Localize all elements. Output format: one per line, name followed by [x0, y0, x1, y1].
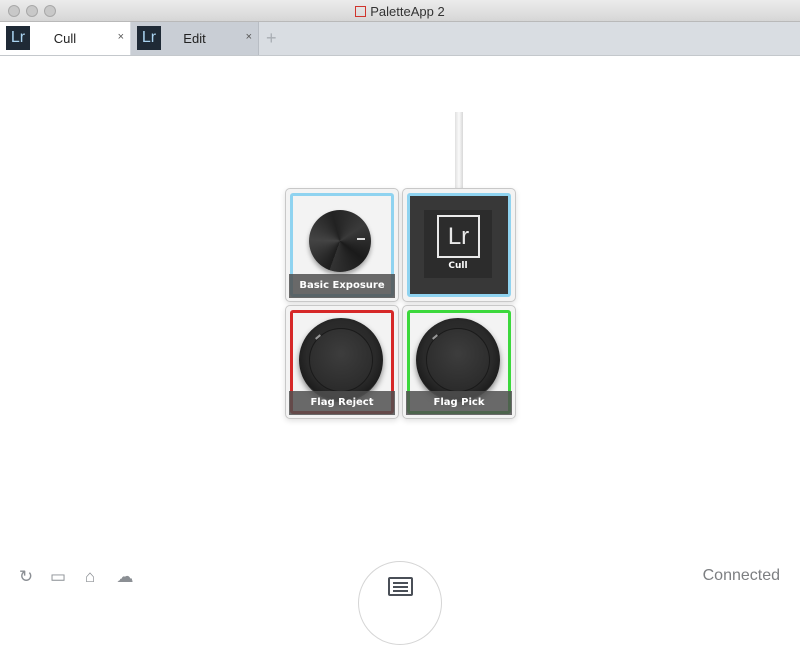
- window-title: PaletteApp 2: [0, 4, 800, 19]
- connection-status: Connected: [702, 567, 780, 584]
- module-label: Flag Reject: [289, 391, 395, 415]
- menu-button[interactable]: [358, 561, 442, 645]
- module-label: Basic Exposure: [289, 274, 395, 298]
- tab-label: Cull: [53, 31, 77, 46]
- button-module-reject[interactable]: Flag Reject: [285, 305, 399, 419]
- tab-label: Edit: [183, 31, 206, 46]
- core-screen: Lr Cull: [424, 210, 492, 278]
- refresh-icon[interactable]: ↻: [16, 567, 36, 587]
- push-button[interactable]: [299, 318, 383, 402]
- dial-module[interactable]: Basic Exposure: [285, 188, 399, 302]
- layout-canvas: [0, 56, 800, 603]
- usb-cable: [455, 112, 463, 188]
- tab-cull[interactable]: Lr Cull ×: [0, 22, 130, 55]
- button-module-pick[interactable]: Flag Pick: [402, 305, 516, 419]
- tab-bar: Lr Cull × Lr Edit × +: [0, 22, 800, 56]
- core-module[interactable]: Lr Cull: [402, 188, 516, 302]
- dial-notch: [357, 238, 365, 240]
- add-tab-button[interactable]: +: [266, 28, 277, 49]
- core-label: Cull: [448, 261, 468, 271]
- folder-open-icon[interactable]: ⌂: [80, 567, 100, 587]
- title-bar: PaletteApp 2: [0, 0, 800, 22]
- cloud-upload-icon[interactable]: ☁: [115, 567, 135, 587]
- close-tab-icon[interactable]: ×: [118, 31, 124, 43]
- list-menu-icon: [388, 577, 413, 596]
- tab-edit[interactable]: Lr Edit ×: [131, 22, 259, 55]
- lightroom-logo-icon: Lr: [437, 215, 480, 258]
- module-label: Flag Pick: [406, 391, 512, 415]
- palette-app-icon: [355, 6, 367, 17]
- window-title-text: PaletteApp 2: [370, 4, 445, 19]
- save-icon[interactable]: ▭: [48, 567, 68, 587]
- close-tab-icon[interactable]: ×: [246, 31, 252, 43]
- dial-knob[interactable]: [309, 210, 371, 272]
- push-button[interactable]: [416, 318, 500, 402]
